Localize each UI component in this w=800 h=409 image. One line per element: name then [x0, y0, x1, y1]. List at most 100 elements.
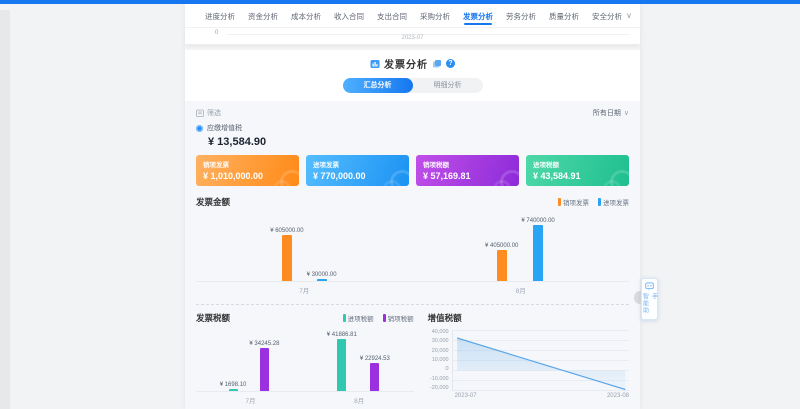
bar-value-label: ¥ 405000.00	[485, 243, 518, 249]
bar[interactable]	[497, 250, 507, 281]
main-panel: 进度分析资金分析成本分析收入合同支出合同采购分析发票分析劳务分析质量分析安全分析…	[185, 4, 640, 409]
bar-group: ¥ 1698.10 ¥ 34245.28	[220, 341, 280, 391]
browser-top-bar	[0, 0, 800, 4]
chart-invoice-tax: 发票税额 进项税额 销项税额 ¥ 1698.10 ¥ 34245.28 ¥ 41…	[196, 312, 414, 405]
stat-card-3[interactable]: 销项税额 ¥ 57,169.81	[416, 155, 519, 186]
filter-toolbar: 筛选 所有日期 ∨	[196, 108, 629, 118]
bar-wrap: ¥ 1698.10	[220, 382, 247, 391]
legend-marker	[558, 198, 561, 206]
y-tick-label: -10,000	[428, 377, 449, 382]
bar[interactable]	[229, 389, 238, 391]
remnant-gridline	[227, 34, 630, 35]
nav-tab-4[interactable]: 收入合同	[334, 5, 364, 27]
date-filter-dropdown[interactable]: 所有日期 ∨	[593, 108, 629, 118]
bar-group: ¥ 405000.00 ¥ 740000.00	[485, 218, 555, 281]
category-label: 8月	[516, 285, 526, 295]
bar[interactable]	[317, 279, 327, 281]
nav-tab-2[interactable]: 资金分析	[248, 5, 278, 27]
stat-card-2[interactable]: 进项发票 ¥ 770,000.00	[306, 155, 409, 186]
nav-tab-6[interactable]: 采购分析	[420, 5, 450, 27]
tab-detail-analysis[interactable]: 明细分析	[413, 78, 483, 93]
category-axis: 7月8月	[196, 285, 629, 295]
legend-label: 进项税额	[348, 313, 374, 323]
filter-icon	[196, 109, 204, 117]
tab-summary-analysis[interactable]: 汇总分析	[343, 78, 413, 93]
assistant-float-button[interactable]: 智能助手	[641, 278, 658, 320]
bottom-charts-row: 发票税额 进项税额 销项税额 ¥ 1698.10 ¥ 34245.28 ¥ 41…	[196, 312, 629, 405]
card-value: ¥ 1,010,000.00	[203, 171, 292, 181]
bar-wrap: ¥ 740000.00	[521, 218, 554, 281]
dashed-divider	[196, 304, 629, 305]
nav-tab-9[interactable]: 质量分析	[549, 5, 579, 27]
x-label-end: 2023-08	[607, 393, 629, 399]
stat-card-1[interactable]: 销项发票 ¥ 1,010,000.00	[196, 155, 299, 186]
x-axis-labels: 2023-07 2023-08	[455, 393, 629, 399]
y-tick-label: 0	[428, 367, 449, 372]
legend-item[interactable]: 销项发票	[558, 197, 589, 207]
assistant-label: 智能助手	[641, 293, 659, 319]
legend-item[interactable]: 销项税额	[383, 313, 414, 323]
legend-item[interactable]: 进项发票	[598, 197, 629, 207]
nav-tab-5[interactable]: 支出合同	[377, 5, 407, 27]
bar-plot: ¥ 1698.10 ¥ 34245.28 ¥ 41886.81 ¥ 22924.…	[196, 328, 414, 392]
filter-label: 筛选	[207, 108, 221, 118]
card-value: ¥ 770,000.00	[313, 171, 402, 181]
y-tick-label: 10,000	[428, 358, 449, 363]
nav-tabs: 进度分析资金分析成本分析收入合同支出合同采购分析发票分析劳务分析质量分析安全分析	[205, 5, 622, 27]
y-axis-ticks: 40,00030,00020,00010,0000-10,000-20,000	[428, 330, 452, 391]
legend-marker	[383, 314, 386, 322]
bar-wrap: ¥ 30000.00	[307, 272, 337, 281]
chart-title: 增值税额	[428, 312, 462, 324]
legend-item[interactable]: 进项税额	[343, 313, 374, 323]
category-label: 7月	[245, 395, 255, 405]
bar-value-label: ¥ 605000.00	[270, 228, 303, 234]
nav-tab-7[interactable]: 发票分析	[463, 5, 493, 27]
bar-value-label: ¥ 34245.28	[249, 341, 279, 347]
bar-value-label: ¥ 22924.53	[360, 356, 390, 362]
dashboard-content: 筛选 所有日期 ∨ 应缴增值税 ¥ 13,584.90 销项发票 ¥ 1,010…	[185, 101, 640, 409]
nav-tab-1[interactable]: 进度分析	[205, 5, 235, 27]
legend-label: 销项发票	[563, 197, 589, 207]
bar-group: ¥ 605000.00 ¥ 30000.00	[270, 228, 336, 281]
bar-value-label: ¥ 41886.81	[327, 332, 357, 338]
bar[interactable]	[370, 363, 379, 391]
stat-card-4[interactable]: 进项税额 ¥ 43,584.91	[526, 155, 629, 186]
category-label: 8月	[354, 395, 364, 405]
bar-value-label: ¥ 1698.10	[220, 382, 247, 388]
bar[interactable]	[533, 225, 543, 281]
bar[interactable]	[337, 339, 346, 391]
nav-tab-8[interactable]: 劳务分析	[506, 5, 536, 27]
bar[interactable]	[260, 348, 269, 391]
nav-tab-10[interactable]: 安全分析	[592, 5, 622, 27]
bar-wrap: ¥ 22924.53	[360, 356, 390, 391]
share-icon[interactable]	[432, 59, 442, 69]
card-value: ¥ 57,169.81	[423, 171, 512, 181]
page-header: 发票分析 ? 汇总分析 明细分析	[185, 50, 640, 101]
bar-wrap: ¥ 34245.28	[249, 341, 279, 391]
filter-control[interactable]: 筛选	[196, 108, 221, 118]
nav-tab-3[interactable]: 成本分析	[291, 5, 321, 27]
bar-wrap: ¥ 405000.00	[485, 243, 518, 281]
y-tick-label: -20,000	[428, 386, 449, 391]
legend-label: 进项发票	[603, 197, 629, 207]
date-filter-value: 所有日期	[593, 108, 621, 118]
line-plot	[452, 330, 629, 391]
module-tab-bar: 进度分析资金分析成本分析收入合同支出合同采购分析发票分析劳务分析质量分析安全分析…	[185, 4, 640, 28]
card-label: 进项税额	[533, 159, 622, 169]
card-value: ¥ 43,584.91	[533, 171, 622, 181]
stat-cards-row: 销项发票 ¥ 1,010,000.00 进项发票 ¥ 770,000.00 销项…	[196, 155, 629, 186]
bar[interactable]	[282, 235, 292, 281]
chevron-down-icon[interactable]: ∨	[626, 11, 632, 20]
legend-marker	[343, 314, 346, 322]
help-icon[interactable]: ?	[446, 59, 455, 68]
chevron-down-icon: ∨	[624, 109, 629, 117]
x-label-start: 2023-07	[455, 393, 477, 399]
bar-wrap: ¥ 41886.81	[327, 332, 357, 391]
y-tick-label: 40,000	[428, 330, 449, 335]
category-axis: 7月 8月	[196, 395, 414, 405]
chart-title: 发票税额	[196, 312, 230, 324]
screen: 进度分析资金分析成本分析收入合同支出合同采购分析发票分析劳务分析质量分析安全分析…	[0, 0, 800, 409]
bar-plot: ¥ 605000.00 ¥ 30000.00 ¥ 405000.00 ¥ 740…	[196, 212, 629, 282]
chart-icon	[370, 59, 380, 69]
kpi-vat-payable: 应缴增值税 ¥ 13,584.90	[196, 123, 629, 148]
